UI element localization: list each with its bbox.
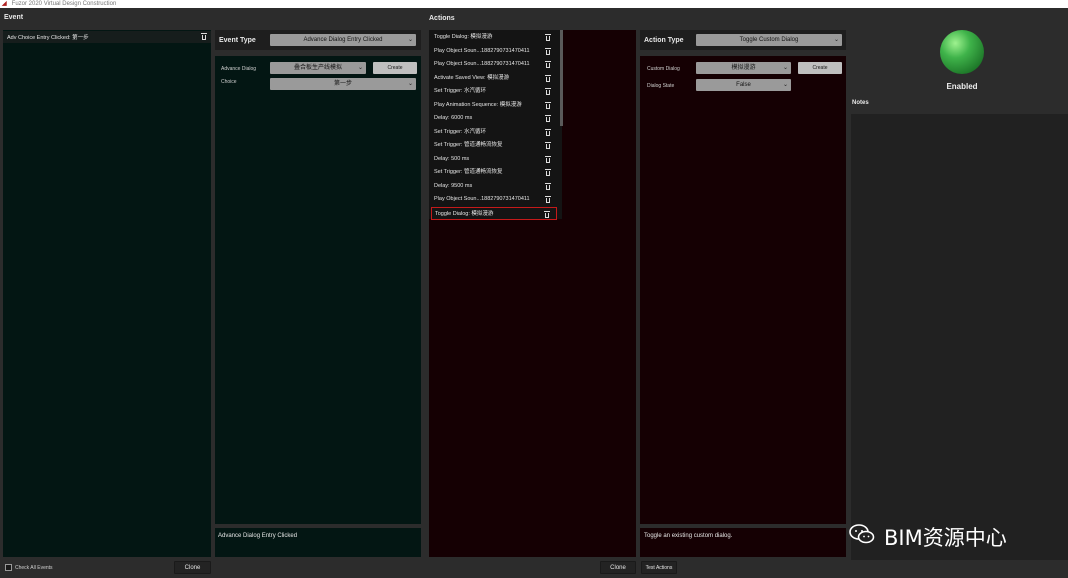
wechat-icon — [849, 524, 875, 544]
dialog-state-value: False — [736, 82, 751, 88]
window-title: Fuzor 2020 Virtual Design Construction — [11, 1, 117, 7]
action-list-item[interactable]: Delay: 500 ms — [431, 153, 557, 166]
event-entry-label: Adv Choice Entry Clicked: 第一步 — [7, 35, 89, 41]
actions-scrollbar[interactable] — [560, 30, 563, 126]
action-type-header: Action Type Toggle Custom Dialog ⌄ — [640, 30, 846, 50]
notes-label: Notes — [852, 100, 869, 106]
action-type-description: Toggle an existing custom dialog. — [644, 533, 733, 539]
test-actions-button[interactable]: Test Actions — [641, 561, 677, 574]
action-item-label: Toggle Dialog: 模拟漫游 — [434, 34, 493, 40]
trash-icon[interactable] — [544, 210, 550, 218]
custom-dialog-create-button[interactable]: Create — [798, 62, 842, 74]
action-item-label: Set Trigger: 水汽循环 — [434, 128, 486, 135]
check-all-events-label: Check All Events — [15, 565, 53, 571]
chevron-down-icon: ⌄ — [833, 37, 839, 43]
trash-icon[interactable] — [545, 196, 551, 203]
chevron-down-icon: ⌄ — [407, 81, 413, 87]
event-section-label: Event — [4, 14, 24, 21]
action-list-item[interactable]: Set Trigger: 管道通畅流恢复 — [431, 139, 557, 152]
action-list-item[interactable]: Delay: 6000 ms — [431, 112, 557, 125]
action-item-label: Set Trigger: 水汽循环 — [434, 88, 486, 94]
event-type-header: Event Type Advance Dialog Entry Clicked … — [215, 30, 421, 50]
trash-icon[interactable] — [545, 74, 551, 82]
check-all-events-checkbox[interactable] — [5, 564, 12, 571]
advance-dialog-create-button[interactable]: Create — [373, 62, 417, 74]
event-type-description-panel: Advance Dialog Entry Clicked — [215, 528, 421, 557]
trash-icon[interactable] — [545, 169, 551, 176]
choice-value: 第一步 — [333, 81, 352, 87]
custom-dialog-value: 模拟漫游 — [731, 65, 756, 71]
action-list-item[interactable]: Play Object Soun...1882790731470411 — [431, 193, 557, 206]
action-item-label: Set Trigger: 管道通畅流恢复 — [434, 142, 503, 148]
advance-dialog-label: Advance Dialog — [221, 66, 257, 72]
trash-icon[interactable] — [545, 88, 551, 95]
choice-dropdown[interactable]: 第一步 ⌄ — [270, 78, 416, 90]
chevron-down-icon: ⌄ — [357, 65, 363, 71]
enabled-status-indicator-icon[interactable] — [940, 30, 984, 74]
chevron-down-icon: ⌄ — [782, 82, 788, 88]
custom-dialog-dropdown[interactable]: 模拟漫游 ⌄ — [696, 62, 791, 74]
trash-icon[interactable] — [545, 115, 551, 122]
action-item-label: Play Object Soun...1882790731470411 — [434, 47, 530, 54]
advance-dialog-dropdown[interactable]: 叠合板生产线模拟 ⌄ — [270, 62, 366, 74]
action-item-label: Delay: 9500 ms — [434, 182, 473, 189]
window-title-bar: ◢ Fuzor 2020 Virtual Design Construction — [0, 0, 1068, 8]
dialog-state-label: Dialog State — [647, 83, 675, 89]
actions-section-label: Actions — [429, 15, 455, 22]
action-list-item[interactable]: Set Trigger: 管道通畅流恢复 — [431, 166, 557, 179]
action-item-label: Play Object Soun...1882790731470411 — [434, 196, 530, 202]
event-type-description: Advance Dialog Entry Clicked — [218, 533, 298, 539]
trash-icon[interactable] — [545, 128, 551, 136]
trash-icon[interactable] — [201, 33, 207, 40]
trash-icon[interactable] — [545, 155, 551, 163]
trash-icon[interactable] — [545, 61, 551, 68]
event-list-item[interactable]: Adv Choice Entry Clicked: 第一步 — [3, 31, 211, 43]
action-item-label: Play Object Soun...1882790731470411 — [434, 61, 530, 67]
event-list-panel: Adv Choice Entry Clicked: 第一步 — [3, 30, 211, 557]
action-type-value: Toggle Custom Dialog — [739, 37, 799, 43]
action-item-label: Set Trigger: 管道通畅流恢复 — [434, 169, 503, 175]
trash-icon[interactable] — [545, 34, 551, 41]
action-list-item[interactable]: Set Trigger: 水汽循环 — [431, 85, 557, 98]
chevron-down-icon: ⌄ — [782, 65, 788, 71]
app-logo-icon: ◢ — [2, 1, 7, 7]
action-type-description-panel: Toggle an existing custom dialog. — [640, 528, 846, 557]
trash-icon[interactable] — [545, 47, 551, 55]
chevron-down-icon: ⌄ — [407, 37, 413, 43]
choice-label: Choice — [221, 79, 237, 85]
action-item-label: Delay: 500 ms — [434, 155, 470, 162]
trash-icon[interactable] — [545, 101, 551, 109]
watermark-text: BIM资源中心 — [884, 526, 1007, 550]
action-list-item[interactable]: Activate Saved View: 模拟漫游 — [431, 72, 557, 85]
action-list-item[interactable]: Toggle Dialog: 模拟漫游 — [431, 206, 557, 220]
trash-icon[interactable] — [545, 182, 551, 190]
event-type-value: Advance Dialog Entry Clicked — [303, 37, 383, 43]
dialog-state-dropdown[interactable]: False ⌄ — [696, 79, 791, 91]
actions-clone-button[interactable]: Clone — [600, 561, 636, 574]
custom-dialog-label: Custom Dialog — [647, 66, 680, 72]
action-list-item[interactable]: Play Animation Sequence: 模拟漫游 — [431, 99, 557, 112]
action-list-item[interactable]: Play Object Soun...1882790731470411 — [431, 45, 557, 58]
action-list-item[interactable]: Set Trigger: 水汽循环 — [431, 126, 557, 139]
action-item-label: Toggle Dialog: 模拟漫游 — [435, 210, 494, 217]
action-list-item[interactable]: Delay: 9500 ms — [431, 180, 557, 193]
notes-textarea[interactable] — [851, 114, 1068, 560]
enabled-label: Enabled — [946, 82, 978, 91]
event-clone-button[interactable]: Clone — [174, 561, 211, 574]
action-item-label: Activate Saved View: 模拟漫游 — [434, 74, 510, 81]
event-type-options-panel: Advance Dialog 叠合板生产线模拟 ⌄ Create Choice … — [215, 56, 421, 524]
action-type-label: Action Type — [644, 37, 684, 44]
trash-icon[interactable] — [545, 142, 551, 149]
action-item-label: Delay: 6000 ms — [434, 115, 473, 121]
event-type-dropdown[interactable]: Advance Dialog Entry Clicked ⌄ — [270, 34, 416, 46]
action-type-options-panel: Custom Dialog 模拟漫游 ⌄ Create Dialog State… — [640, 56, 846, 524]
action-list-item[interactable]: Play Object Soun...1882790731470411 — [431, 58, 557, 71]
action-type-dropdown[interactable]: Toggle Custom Dialog ⌄ — [696, 34, 842, 46]
action-item-label: Play Animation Sequence: 模拟漫游 — [434, 101, 522, 108]
action-list-item[interactable]: Toggle Dialog: 模拟漫游 — [431, 31, 557, 44]
advance-dialog-value: 叠合板生产线模拟 — [293, 65, 342, 71]
watermark: BIM资源中心 — [843, 519, 1057, 553]
event-type-label: Event Type — [219, 37, 256, 44]
